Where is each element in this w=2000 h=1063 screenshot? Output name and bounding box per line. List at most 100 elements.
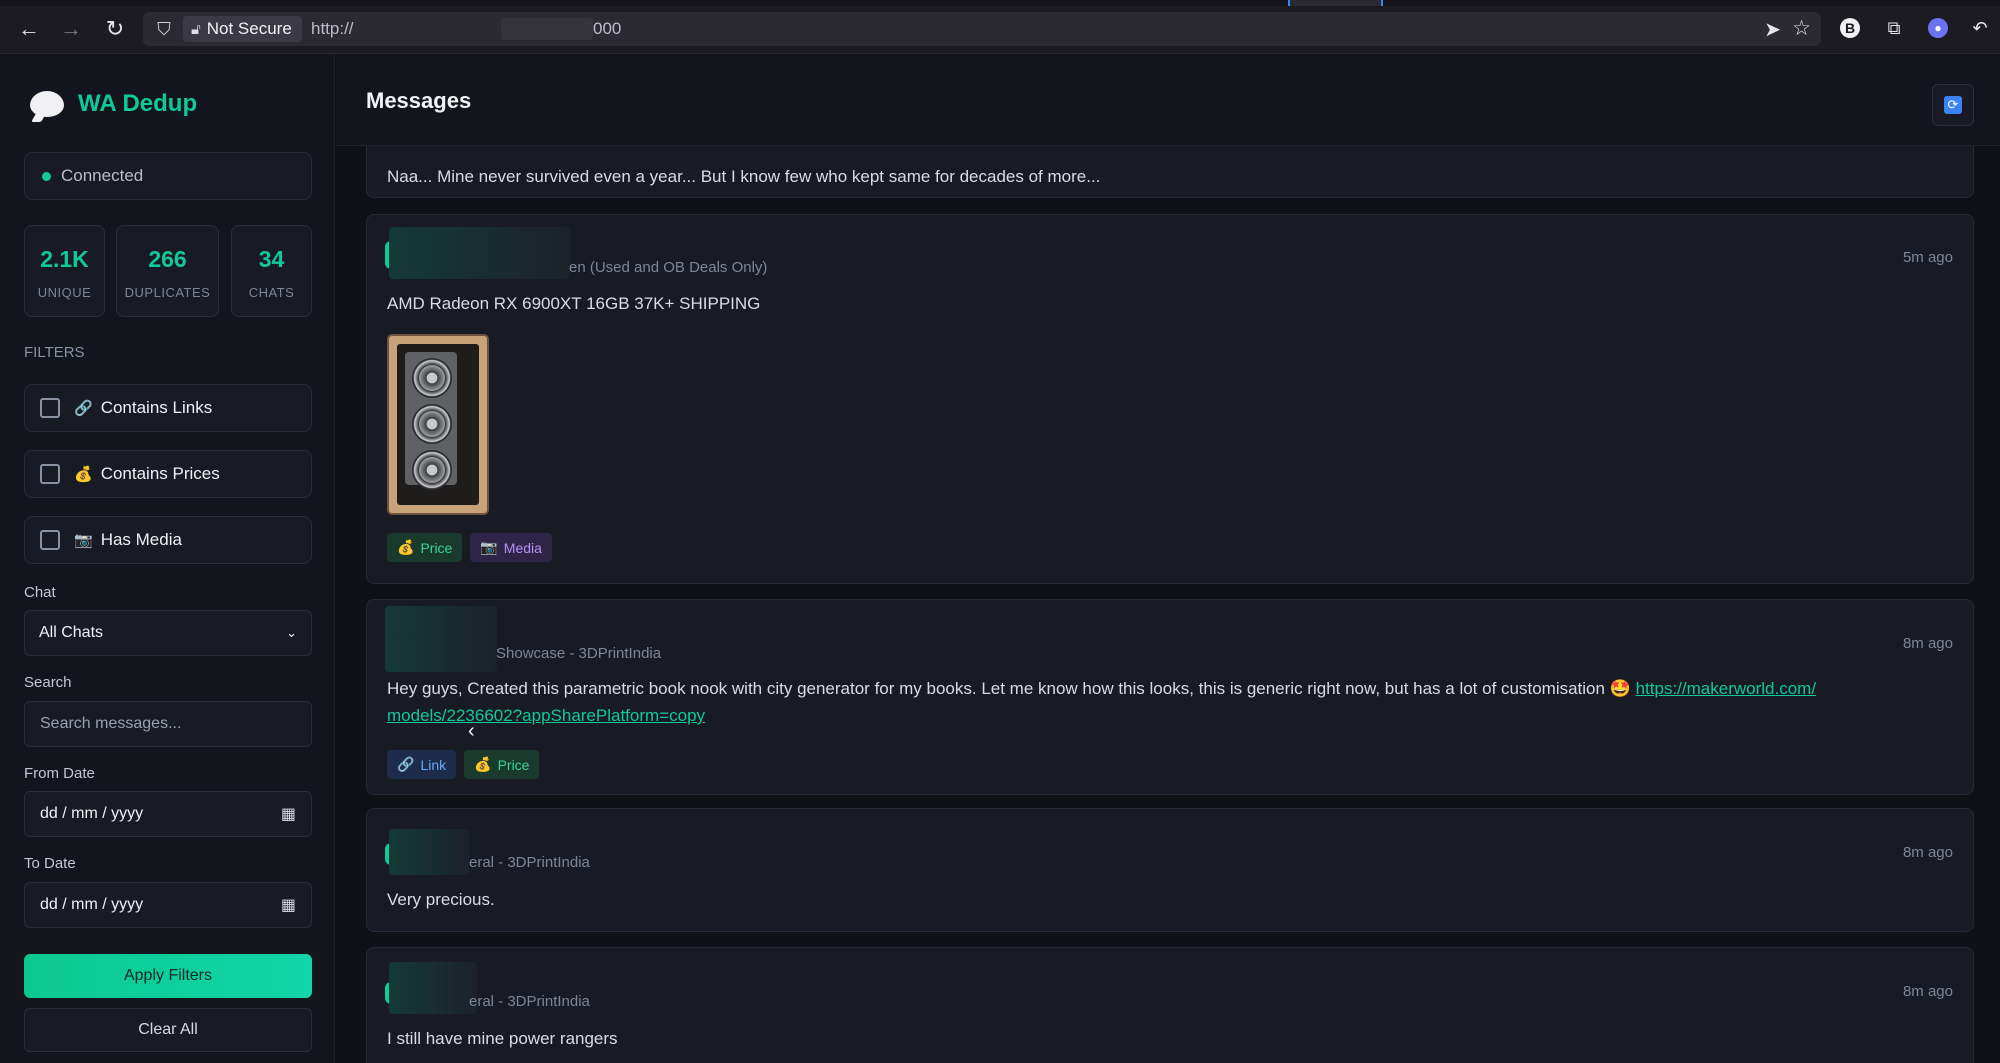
timestamp: 8m ago <box>1902 844 1953 861</box>
timestamp: 8m ago <box>1902 983 1953 1000</box>
money-bag-icon: 💰 <box>74 466 93 483</box>
price-tag: 💰 Price <box>464 750 540 779</box>
message-card[interactable]: eral - 3DPrintIndia 8m ago I still have … <box>366 947 1974 1063</box>
calendar-icon[interactable]: ▦ <box>281 804 296 824</box>
from-date-label: From Date <box>24 765 95 782</box>
page-title: Messages <box>366 88 472 113</box>
chevron-left-icon[interactable]: ‹ <box>468 720 475 743</box>
tag-label: Link <box>420 756 447 773</box>
url-port: 000 <box>593 19 622 38</box>
checkbox[interactable] <box>40 464 60 484</box>
apply-filters-button[interactable]: Apply Filters <box>24 954 312 998</box>
filter-contains-prices[interactable]: 💰 Contains Prices <box>24 450 312 498</box>
message-body: Hey guys, Created this parametric book n… <box>387 679 1636 698</box>
browser-toolbar: ← → ↻ ⛉ 🔓︎ Not Secure http:// 000 ➤ ☆ B … <box>0 0 2000 54</box>
brand: WA Dedup <box>30 90 197 118</box>
search-input[interactable]: Search messages... <box>24 701 312 747</box>
stat-chats: 34 CHATS <box>231 225 312 317</box>
price-tag: 💰 Price <box>387 533 463 562</box>
shield-icon[interactable]: ⛉ <box>153 18 175 40</box>
message-text: Very precious. <box>387 890 495 909</box>
link-icon: 🔗 <box>397 756 415 772</box>
link-text: https://makerworld.com/ <box>1635 679 1817 698</box>
extensions-puzzle-icon[interactable]: ⧉ <box>1882 16 1906 40</box>
message-card[interactable]: eral - 3DPrintIndia 8m ago Very precious… <box>366 808 1974 932</box>
search-label: Search <box>24 674 72 691</box>
tag-label: Price <box>497 756 530 773</box>
url-text: http:// <box>311 19 354 38</box>
money-bag-icon: 💰 <box>397 539 415 555</box>
from-date-input[interactable]: dd / mm / yyyy ▦ <box>24 791 312 837</box>
timestamp: 8m ago <box>1902 635 1953 652</box>
chat-name: eral - 3DPrintIndia <box>469 993 590 1010</box>
message-tags: 🔗 Link 💰 Price <box>387 750 540 779</box>
filter-label: Has Media <box>100 530 182 549</box>
chat-select-value: All Chats <box>39 624 104 641</box>
checkbox[interactable] <box>40 398 60 418</box>
chat-name: en (Used and OB Deals Only) <box>569 259 768 276</box>
gpu-fan <box>412 404 452 444</box>
clear-all-button[interactable]: Clear All <box>24 1008 312 1052</box>
refresh-button[interactable]: ⟳ <box>1932 84 1974 126</box>
messages-header: Messages ⟳ <box>336 54 2000 146</box>
search-placeholder: Search messages... <box>40 715 182 732</box>
filter-has-media[interactable]: 📷 Has Media <box>24 516 312 564</box>
calendar-icon[interactable]: ▦ <box>281 895 296 915</box>
stat-label: UNIQUE <box>37 285 92 300</box>
active-tab-indicator[interactable] <box>1288 0 1383 6</box>
address-bar[interactable]: ⛉ 🔓︎ Not Secure http:// 000 ➤ ☆ <box>143 12 1821 46</box>
media-tag: 📷 Media <box>470 533 552 562</box>
stat-duplicates: 266 DUPLICATES <box>116 225 219 317</box>
account-avatar-icon[interactable]: ● <box>1928 18 1948 38</box>
refresh-icon: ⟳ <box>1944 96 1962 114</box>
stat-value: 2.1K <box>40 246 89 272</box>
filter-label: Contains Prices <box>100 464 220 483</box>
chat-name: eral - 3DPrintIndia <box>469 854 590 871</box>
from-date-value: dd / mm / yyyy <box>40 805 144 822</box>
to-date-input[interactable]: dd / mm / yyyy ▦ <box>24 882 312 928</box>
chat-select[interactable]: All Chats ⌄ <box>24 610 312 656</box>
link-icon: 🔗 <box>74 400 93 417</box>
message-text: Hey guys, Created this parametric book n… <box>387 675 1933 729</box>
messages-panel: Messages ⟳ Naa... Mine never survived ev… <box>336 54 2000 1063</box>
send-icon[interactable]: ➤ <box>1764 17 1781 42</box>
chevron-down-icon: ⌄ <box>286 625 297 640</box>
tab-strip <box>0 0 2000 6</box>
redacted-sender <box>389 962 477 1014</box>
status-dot-icon <box>42 171 51 181</box>
camera-icon: 📷 <box>74 532 93 549</box>
redacted-sender <box>389 829 469 875</box>
to-date-label: To Date <box>24 855 76 872</box>
chat-label: Chat <box>24 584 56 601</box>
checkbox[interactable] <box>40 530 60 550</box>
stat-value: 34 <box>258 246 285 272</box>
money-bag-icon: 💰 <box>474 756 492 772</box>
lock-icon: 🔓︎ <box>191 20 201 38</box>
connection-status: Connected <box>24 152 312 200</box>
stat-label: DUPLICATES <box>124 285 211 300</box>
filter-contains-links[interactable]: 🔗 Contains Links <box>24 384 312 432</box>
to-date-value: dd / mm / yyyy <box>40 896 144 913</box>
message-card[interactable]: Showcase - 3DPrintIndia 8m ago Hey guys,… <box>366 599 1974 795</box>
chat-bubble-logo-icon <box>30 91 64 117</box>
redacted-sender <box>389 227 570 279</box>
filters-heading: FILTERS <box>24 344 85 361</box>
link-tag: 🔗 Link <box>387 750 457 779</box>
gpu-fan <box>412 450 452 490</box>
message-card[interactable]: en (Used and OB Deals Only) 5m ago AMD R… <box>366 214 1974 584</box>
stat-label: CHATS <box>248 285 295 300</box>
reload-icon[interactable]: ↻ <box>100 14 130 44</box>
forward-icon[interactable]: → <box>56 14 86 44</box>
media-thumbnail[interactable] <box>387 334 489 515</box>
undo-icon[interactable]: ↶ <box>1968 16 1992 40</box>
not-secure-label: Not Secure <box>206 19 292 38</box>
site-security-indicator[interactable]: 🔓︎ Not Secure <box>183 16 302 42</box>
extension-b-icon[interactable]: B <box>1840 18 1860 38</box>
filter-label: Contains Links <box>100 398 213 417</box>
message-text: Naa... Mine never survived even a year..… <box>387 167 1101 186</box>
stat-unique: 2.1K UNIQUE <box>24 225 105 317</box>
redacted-sender <box>385 606 497 672</box>
back-icon[interactable]: ← <box>14 14 44 44</box>
bookmark-star-icon[interactable]: ☆ <box>1792 16 1811 41</box>
tag-label: Media <box>503 539 542 556</box>
